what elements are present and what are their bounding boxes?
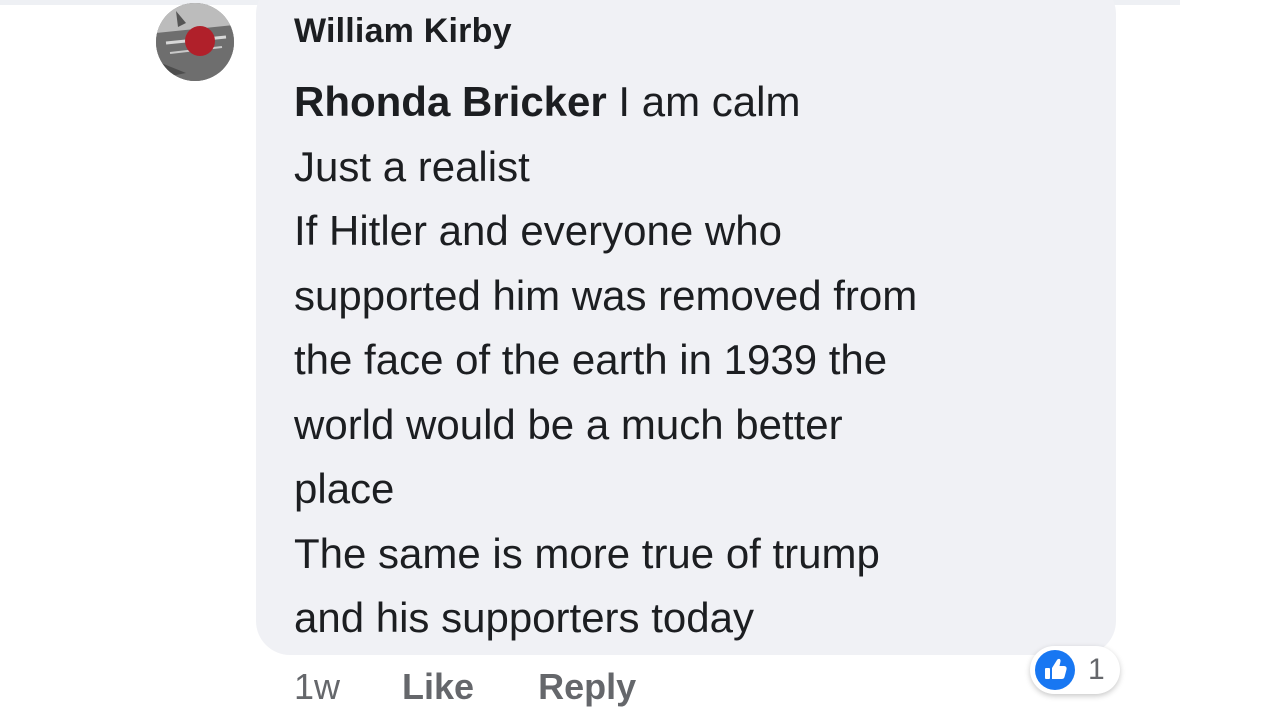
comment-line: If Hitler and everyone who [294,207,782,254]
comment-line: Just a realist [294,142,530,190]
avatar-image [156,3,234,81]
like-button[interactable]: Like [402,666,474,708]
comment-screenshot: William Kirby Rhonda Bricker I am calm J… [0,0,1280,720]
reaction-summary[interactable]: 1 [1030,646,1120,694]
reply-button[interactable]: Reply [538,666,636,708]
comment-line-text: I am calm [606,78,801,125]
comment-line: world would be a much better [294,400,843,448]
comment-actions: 1w Like Reply [294,666,636,716]
thumbs-up-icon [1035,650,1075,690]
comment-text: Rhonda Bricker I am calm Just a realist … [294,70,1104,651]
comment-line: Rhonda Bricker I am calm [294,70,1104,135]
comment-line: the face of the earth in 1939 the [294,336,888,383]
mention-link[interactable]: Rhonda Bricker [294,78,607,125]
comment-line: supported him was removed from [294,271,918,319]
comment-author[interactable]: William Kirby [294,12,512,51]
comment-line: The same is more true of trump [294,529,880,577]
comment-timestamp[interactable]: 1w [294,666,340,708]
avatar[interactable] [156,3,234,81]
comment-line: place [294,465,395,512]
reaction-count: 1 [1088,653,1105,686]
comment-line: and his supporters today [294,594,754,641]
